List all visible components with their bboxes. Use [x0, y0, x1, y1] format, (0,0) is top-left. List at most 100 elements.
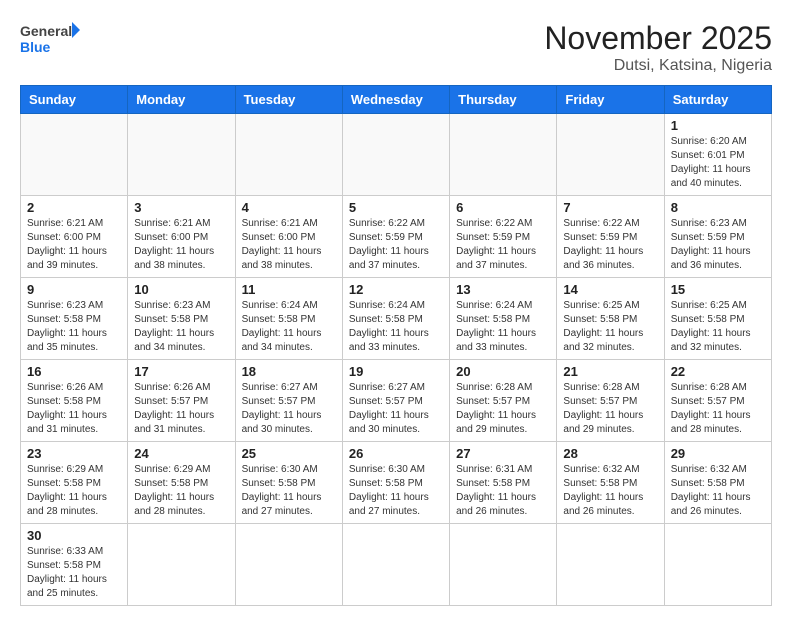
page-subtitle: Dutsi, Katsina, Nigeria	[544, 57, 772, 75]
day-info: Sunrise: 6:24 AM Sunset: 5:58 PM Dayligh…	[349, 299, 443, 355]
calendar-cell: 16 Sunrise: 6:26 AM Sunset: 5:58 PM Dayli…	[21, 360, 128, 442]
calendar-cell: 23Sunrise: 6:29 AM Sunset: 5:58 PM Dayli…	[21, 442, 128, 524]
calendar-cell	[557, 114, 664, 196]
day-info: Sunrise: 6:22 AM Sunset: 5:59 PM Dayligh…	[563, 217, 657, 273]
day-number: 4	[242, 200, 336, 215]
day-number: 28	[563, 446, 657, 461]
day-number: 9	[27, 282, 121, 297]
calendar-cell: 14Sunrise: 6:25 AM Sunset: 5:58 PM Dayli…	[557, 278, 664, 360]
day-info: Sunrise: 6:29 AM Sunset: 5:58 PM Dayligh…	[134, 463, 228, 519]
column-header-sunday: Sunday	[21, 86, 128, 114]
day-info: Sunrise: 6:28 AM Sunset: 5:57 PM Dayligh…	[671, 381, 765, 437]
day-number: 12	[349, 282, 443, 297]
calendar-cell: 8 Sunrise: 6:23 AM Sunset: 5:59 PM Daylig…	[664, 196, 771, 278]
calendar-cell: 15Sunrise: 6:25 AM Sunset: 5:58 PM Dayli…	[664, 278, 771, 360]
calendar-cell: 9 Sunrise: 6:23 AM Sunset: 5:58 PM Daylig…	[21, 278, 128, 360]
week-row-6: 30 Sunrise: 6:33 AM Sunset: 5:58 PM Dayli…	[21, 524, 772, 606]
calendar-cell: 27 Sunrise: 6:31 AM Sunset: 5:58 PM Dayli…	[450, 442, 557, 524]
day-info: Sunrise: 6:22 AM Sunset: 5:59 PM Dayligh…	[349, 217, 443, 273]
day-info: Sunrise: 6:23 AM Sunset: 5:58 PM Dayligh…	[134, 299, 228, 355]
day-info: Sunrise: 6:23 AM Sunset: 5:59 PM Dayligh…	[671, 217, 765, 273]
day-number: 21	[563, 364, 657, 379]
column-header-wednesday: Wednesday	[342, 86, 449, 114]
calendar-cell: 7 Sunrise: 6:22 AM Sunset: 5:59 PM Daylig…	[557, 196, 664, 278]
column-header-thursday: Thursday	[450, 86, 557, 114]
day-number: 7	[563, 200, 657, 215]
day-number: 27	[456, 446, 550, 461]
calendar-cell	[342, 114, 449, 196]
week-row-4: 16 Sunrise: 6:26 AM Sunset: 5:58 PM Dayli…	[21, 360, 772, 442]
calendar-cell: 2Sunrise: 6:21 AM Sunset: 6:00 PM Daylig…	[21, 196, 128, 278]
day-info: Sunrise: 6:27 AM Sunset: 5:57 PM Dayligh…	[242, 381, 336, 437]
page-header: General Blue November 2025 Dutsi, Katsin…	[20, 20, 772, 75]
calendar-cell	[128, 524, 235, 606]
day-number: 25	[242, 446, 336, 461]
day-info: Sunrise: 6:23 AM Sunset: 5:58 PM Dayligh…	[27, 299, 121, 355]
day-number: 10	[134, 282, 228, 297]
day-info: Sunrise: 6:24 AM Sunset: 5:58 PM Dayligh…	[242, 299, 336, 355]
day-number: 11	[242, 282, 336, 297]
week-row-5: 23Sunrise: 6:29 AM Sunset: 5:58 PM Dayli…	[21, 442, 772, 524]
day-number: 29	[671, 446, 765, 461]
generalblue-logo: General Blue	[20, 20, 80, 62]
calendar-cell: 26 Sunrise: 6:30 AM Sunset: 5:58 PM Dayli…	[342, 442, 449, 524]
day-info: Sunrise: 6:32 AM Sunset: 5:58 PM Dayligh…	[563, 463, 657, 519]
svg-text:Blue: Blue	[20, 39, 51, 55]
day-info: Sunrise: 6:21 AM Sunset: 6:00 PM Dayligh…	[242, 217, 336, 273]
day-number: 3	[134, 200, 228, 215]
day-number: 30	[27, 528, 121, 543]
title-block: November 2025 Dutsi, Katsina, Nigeria	[544, 20, 772, 75]
calendar-cell: 25 Sunrise: 6:30 AM Sunset: 5:58 PM Dayli…	[235, 442, 342, 524]
page-title: November 2025	[544, 20, 772, 57]
day-info: Sunrise: 6:28 AM Sunset: 5:57 PM Dayligh…	[563, 381, 657, 437]
calendar-cell: 1Sunrise: 6:20 AM Sunset: 6:01 PM Daylig…	[664, 114, 771, 196]
calendar-cell: 12 Sunrise: 6:24 AM Sunset: 5:58 PM Dayli…	[342, 278, 449, 360]
day-number: 20	[456, 364, 550, 379]
day-number: 8	[671, 200, 765, 215]
day-info: Sunrise: 6:24 AM Sunset: 5:58 PM Dayligh…	[456, 299, 550, 355]
calendar-cell	[664, 524, 771, 606]
day-number: 19	[349, 364, 443, 379]
day-number: 16	[27, 364, 121, 379]
day-info: Sunrise: 6:26 AM Sunset: 5:57 PM Dayligh…	[134, 381, 228, 437]
calendar-cell	[450, 524, 557, 606]
week-row-3: 9 Sunrise: 6:23 AM Sunset: 5:58 PM Daylig…	[21, 278, 772, 360]
column-header-tuesday: Tuesday	[235, 86, 342, 114]
day-number: 26	[349, 446, 443, 461]
calendar-cell: 5Sunrise: 6:22 AM Sunset: 5:59 PM Daylig…	[342, 196, 449, 278]
calendar-cell: 18Sunrise: 6:27 AM Sunset: 5:57 PM Dayli…	[235, 360, 342, 442]
day-info: Sunrise: 6:26 AM Sunset: 5:58 PM Dayligh…	[27, 381, 121, 437]
day-info: Sunrise: 6:27 AM Sunset: 5:57 PM Dayligh…	[349, 381, 443, 437]
calendar-cell: 11 Sunrise: 6:24 AM Sunset: 5:58 PM Dayli…	[235, 278, 342, 360]
calendar-cell	[557, 524, 664, 606]
day-number: 24	[134, 446, 228, 461]
week-row-2: 2Sunrise: 6:21 AM Sunset: 6:00 PM Daylig…	[21, 196, 772, 278]
day-number: 22	[671, 364, 765, 379]
calendar-cell	[235, 524, 342, 606]
day-info: Sunrise: 6:21 AM Sunset: 6:00 PM Dayligh…	[134, 217, 228, 273]
calendar-cell	[235, 114, 342, 196]
calendar-cell: 28 Sunrise: 6:32 AM Sunset: 5:58 PM Dayli…	[557, 442, 664, 524]
day-info: Sunrise: 6:22 AM Sunset: 5:59 PM Dayligh…	[456, 217, 550, 273]
column-header-monday: Monday	[128, 86, 235, 114]
calendar-cell	[21, 114, 128, 196]
day-info: Sunrise: 6:31 AM Sunset: 5:58 PM Dayligh…	[456, 463, 550, 519]
calendar-cell: 10 Sunrise: 6:23 AM Sunset: 5:58 PM Dayli…	[128, 278, 235, 360]
day-number: 1	[671, 118, 765, 133]
day-info: Sunrise: 6:30 AM Sunset: 5:58 PM Dayligh…	[242, 463, 336, 519]
logo: General Blue	[20, 20, 80, 62]
week-row-1: 1Sunrise: 6:20 AM Sunset: 6:01 PM Daylig…	[21, 114, 772, 196]
calendar-cell: 6Sunrise: 6:22 AM Sunset: 5:59 PM Daylig…	[450, 196, 557, 278]
day-info: Sunrise: 6:32 AM Sunset: 5:58 PM Dayligh…	[671, 463, 765, 519]
day-number: 17	[134, 364, 228, 379]
calendar-cell: 30 Sunrise: 6:33 AM Sunset: 5:58 PM Dayli…	[21, 524, 128, 606]
day-info: Sunrise: 6:29 AM Sunset: 5:58 PM Dayligh…	[27, 463, 121, 519]
day-info: Sunrise: 6:33 AM Sunset: 5:58 PM Dayligh…	[27, 545, 121, 601]
calendar-table: SundayMondayTuesdayWednesdayThursdayFrid…	[20, 85, 772, 606]
day-info: Sunrise: 6:30 AM Sunset: 5:58 PM Dayligh…	[349, 463, 443, 519]
calendar-cell: 20Sunrise: 6:28 AM Sunset: 5:57 PM Dayli…	[450, 360, 557, 442]
calendar-cell: 17 Sunrise: 6:26 AM Sunset: 5:57 PM Dayli…	[128, 360, 235, 442]
day-number: 15	[671, 282, 765, 297]
calendar-header-row: SundayMondayTuesdayWednesdayThursdayFrid…	[21, 86, 772, 114]
calendar-cell	[450, 114, 557, 196]
